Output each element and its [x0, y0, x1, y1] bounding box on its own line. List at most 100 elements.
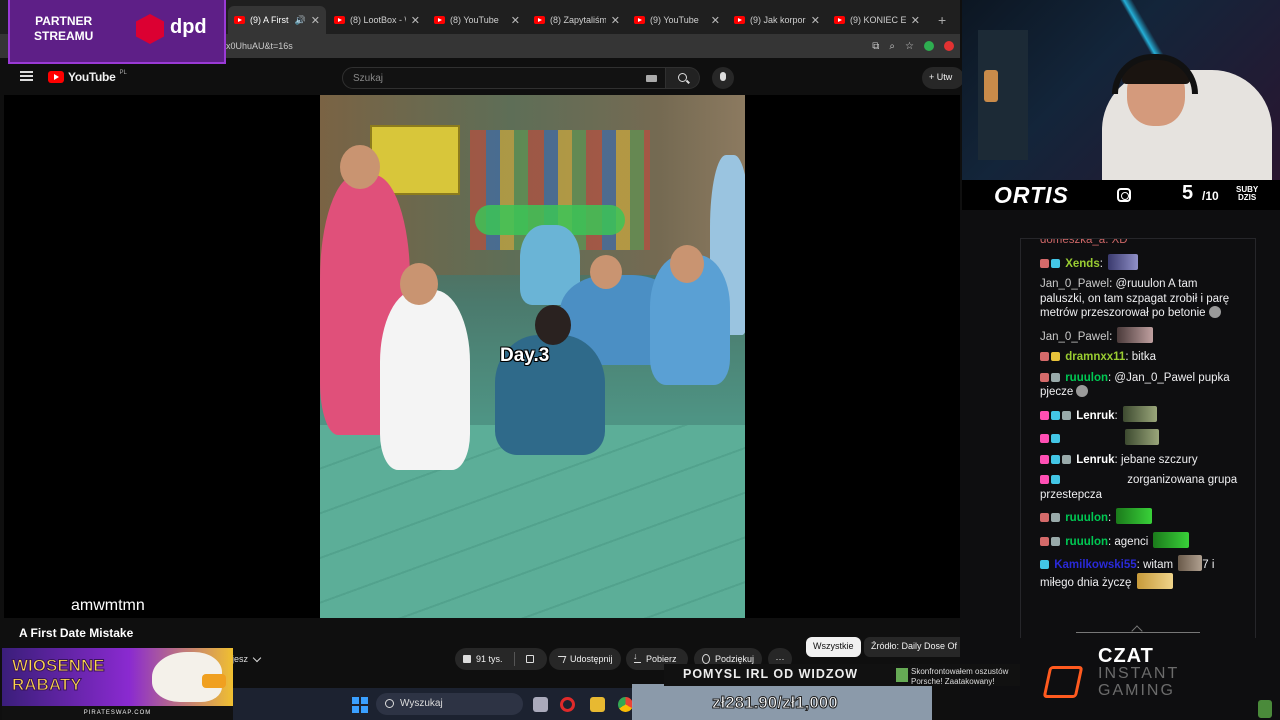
badge-icon: [1051, 434, 1060, 443]
chat-username[interactable]: Xends: [1065, 258, 1100, 270]
close-tab-icon[interactable]: ✕: [311, 14, 320, 27]
instagram-icon: [1117, 188, 1131, 202]
taskbar-search[interactable]: Wyszukaj: [376, 693, 523, 715]
youtube-favicon-icon: [634, 16, 645, 24]
emote-icon: [1117, 326, 1154, 343]
dpd-logo-icon: [136, 14, 164, 44]
chat-username[interactable]: ruuulon: [1065, 536, 1108, 548]
bookmark-star-icon[interactable]: ☆: [905, 41, 914, 52]
new-tab-button[interactable]: +: [928, 12, 956, 34]
instant-gaming-wordmark: INSTANT GAMING: [1098, 665, 1180, 699]
taskbar: Wyszukaj: [233, 688, 633, 720]
browser-tab[interactable]: (8) YouTube ✕: [428, 6, 526, 34]
install-app-icon[interactable]: ⧉: [872, 41, 879, 52]
keyboard-icon[interactable]: [646, 75, 657, 82]
badge-icon: [1040, 536, 1049, 546]
windows-start-icon[interactable]: [352, 697, 368, 713]
video-frame[interactable]: Day.3: [320, 95, 745, 618]
chat-username[interactable]: Lenruk: [1076, 410, 1114, 422]
search-button[interactable]: [666, 67, 700, 89]
like-count[interactable]: 91 tys.: [476, 654, 503, 664]
browser-tab[interactable]: (9) KONIEC EL ✕: [828, 6, 926, 34]
badge-icon: [1051, 372, 1060, 382]
partner-badge: PARTNER STREAMU dpd: [8, 0, 226, 64]
chat-message: Xends:: [1040, 253, 1239, 272]
chat-username[interactable]: dramnxx11: [1065, 351, 1125, 363]
badge-icon: [1040, 434, 1049, 443]
chat-username[interactable]: ruuulon: [1065, 512, 1108, 524]
streamer-name: ORTIS: [994, 182, 1069, 208]
chip-all[interactable]: Wszystkie: [806, 637, 861, 657]
url-text[interactable]: x0UhuAU&t=16s: [226, 41, 293, 51]
badge-icon: [1051, 536, 1060, 546]
instant-gaming-logo-icon: [1042, 666, 1084, 698]
browser-tab[interactable]: (8) Zapytaliśm ✕: [528, 6, 626, 34]
browser-tab[interactable]: (9) A First 🔊 ✕: [228, 6, 326, 34]
chat-username[interactable]: Jan_0_Pawel: [1040, 278, 1109, 290]
share-button[interactable]: Udostępnij: [549, 648, 621, 670]
chat-panel: domeszka_a: XD Xends: Jan_0_Pawel: @ruuu…: [1020, 238, 1256, 638]
badge-icon: [1051, 410, 1060, 420]
youtube-favicon-icon: [234, 16, 245, 24]
browser-tab[interactable]: (8) LootBox - \ ✕: [328, 6, 426, 34]
menu-icon[interactable]: [20, 71, 33, 81]
chrome-icon[interactable]: [618, 697, 633, 712]
task-view-icon[interactable]: [533, 697, 548, 712]
skull-emote-icon: [1208, 306, 1221, 318]
opera-icon[interactable]: [560, 697, 575, 712]
youtube-logo[interactable]: YouTube PL: [48, 70, 127, 84]
zoom-icon[interactable]: ⌕: [889, 41, 895, 52]
tray-app-icon[interactable]: [1258, 700, 1272, 718]
download-icon: [633, 651, 641, 663]
badge-icon: [1040, 513, 1049, 522]
file-explorer-icon[interactable]: [590, 697, 605, 712]
close-tab-icon[interactable]: ✕: [611, 14, 620, 27]
thumbs-down-icon[interactable]: [525, 655, 534, 663]
chat-message: Jan_0_Pawel: @ruuulon A tam paluszki, on…: [1040, 278, 1230, 319]
speaker-icon[interactable]: 🔊: [295, 15, 306, 26]
browser-tab[interactable]: (9) YouTube ✕: [628, 6, 726, 34]
emote-icon: [1178, 555, 1203, 571]
extension-icon[interactable]: [944, 40, 954, 51]
emote-icon: [1108, 253, 1139, 270]
extension-icon[interactable]: [924, 40, 934, 51]
badge-icon: [1040, 352, 1049, 361]
chat-message: domeszka_a: XD: [1040, 238, 1128, 246]
close-tab-icon[interactable]: ✕: [711, 14, 720, 27]
chat-message: ruuulon: agenci: [1040, 531, 1239, 550]
youtube-favicon-icon: [334, 16, 345, 24]
close-tab-icon[interactable]: ✕: [911, 14, 920, 27]
close-tab-icon[interactable]: ✕: [811, 14, 820, 27]
sponsor-name: dpd: [170, 16, 207, 38]
video-caption: Day.3: [500, 345, 550, 366]
subscribe-button[interactable]: jesz: [232, 654, 248, 664]
chat-username[interactable]: Kamilkowski55: [1054, 559, 1136, 571]
badge-icon: [1062, 454, 1071, 464]
search-input[interactable]: Szukaj: [342, 67, 666, 89]
stream-overlay-name: amwmtmn: [71, 597, 145, 614]
chat-username[interactable]: Jan_0_Pawel: [1040, 331, 1109, 343]
close-tab-icon[interactable]: ✕: [411, 14, 420, 27]
badge-icon: [1040, 475, 1049, 484]
badge-icon: [1051, 258, 1060, 268]
thumbs-up-icon[interactable]: [463, 655, 471, 663]
create-button[interactable]: + Utw: [922, 67, 964, 89]
like-dislike-group: 91 tys.: [455, 648, 547, 670]
youtube-favicon-icon: [434, 16, 445, 24]
streamer-bar: ORTIS 5 /10 SUBY DZIS: [962, 180, 1280, 210]
thanks-icon: [702, 654, 710, 664]
chat-username[interactable]: ruuulon: [1065, 372, 1108, 384]
chevron-down-icon[interactable]: [252, 653, 262, 663]
voice-search-icon[interactable]: [712, 67, 734, 89]
close-tab-icon[interactable]: ✕: [511, 14, 520, 27]
chat-message: Kamilkowski55: witam 7 i miłego dnia życ…: [1040, 555, 1239, 590]
search-icon: [678, 73, 687, 82]
emote-icon: [1125, 429, 1160, 445]
chat-username[interactable]: Lenruk: [1076, 454, 1114, 466]
emote-icon: [1136, 572, 1173, 589]
browser-tab[interactable]: (9) Jak korpora ✕: [728, 6, 826, 34]
toolbar-icons: ⧉ ⌕ ☆: [872, 40, 954, 52]
chat-message: Jan_0_Pawel:: [1040, 326, 1239, 345]
share-icon: [555, 655, 567, 663]
badge-icon: [1051, 475, 1060, 484]
